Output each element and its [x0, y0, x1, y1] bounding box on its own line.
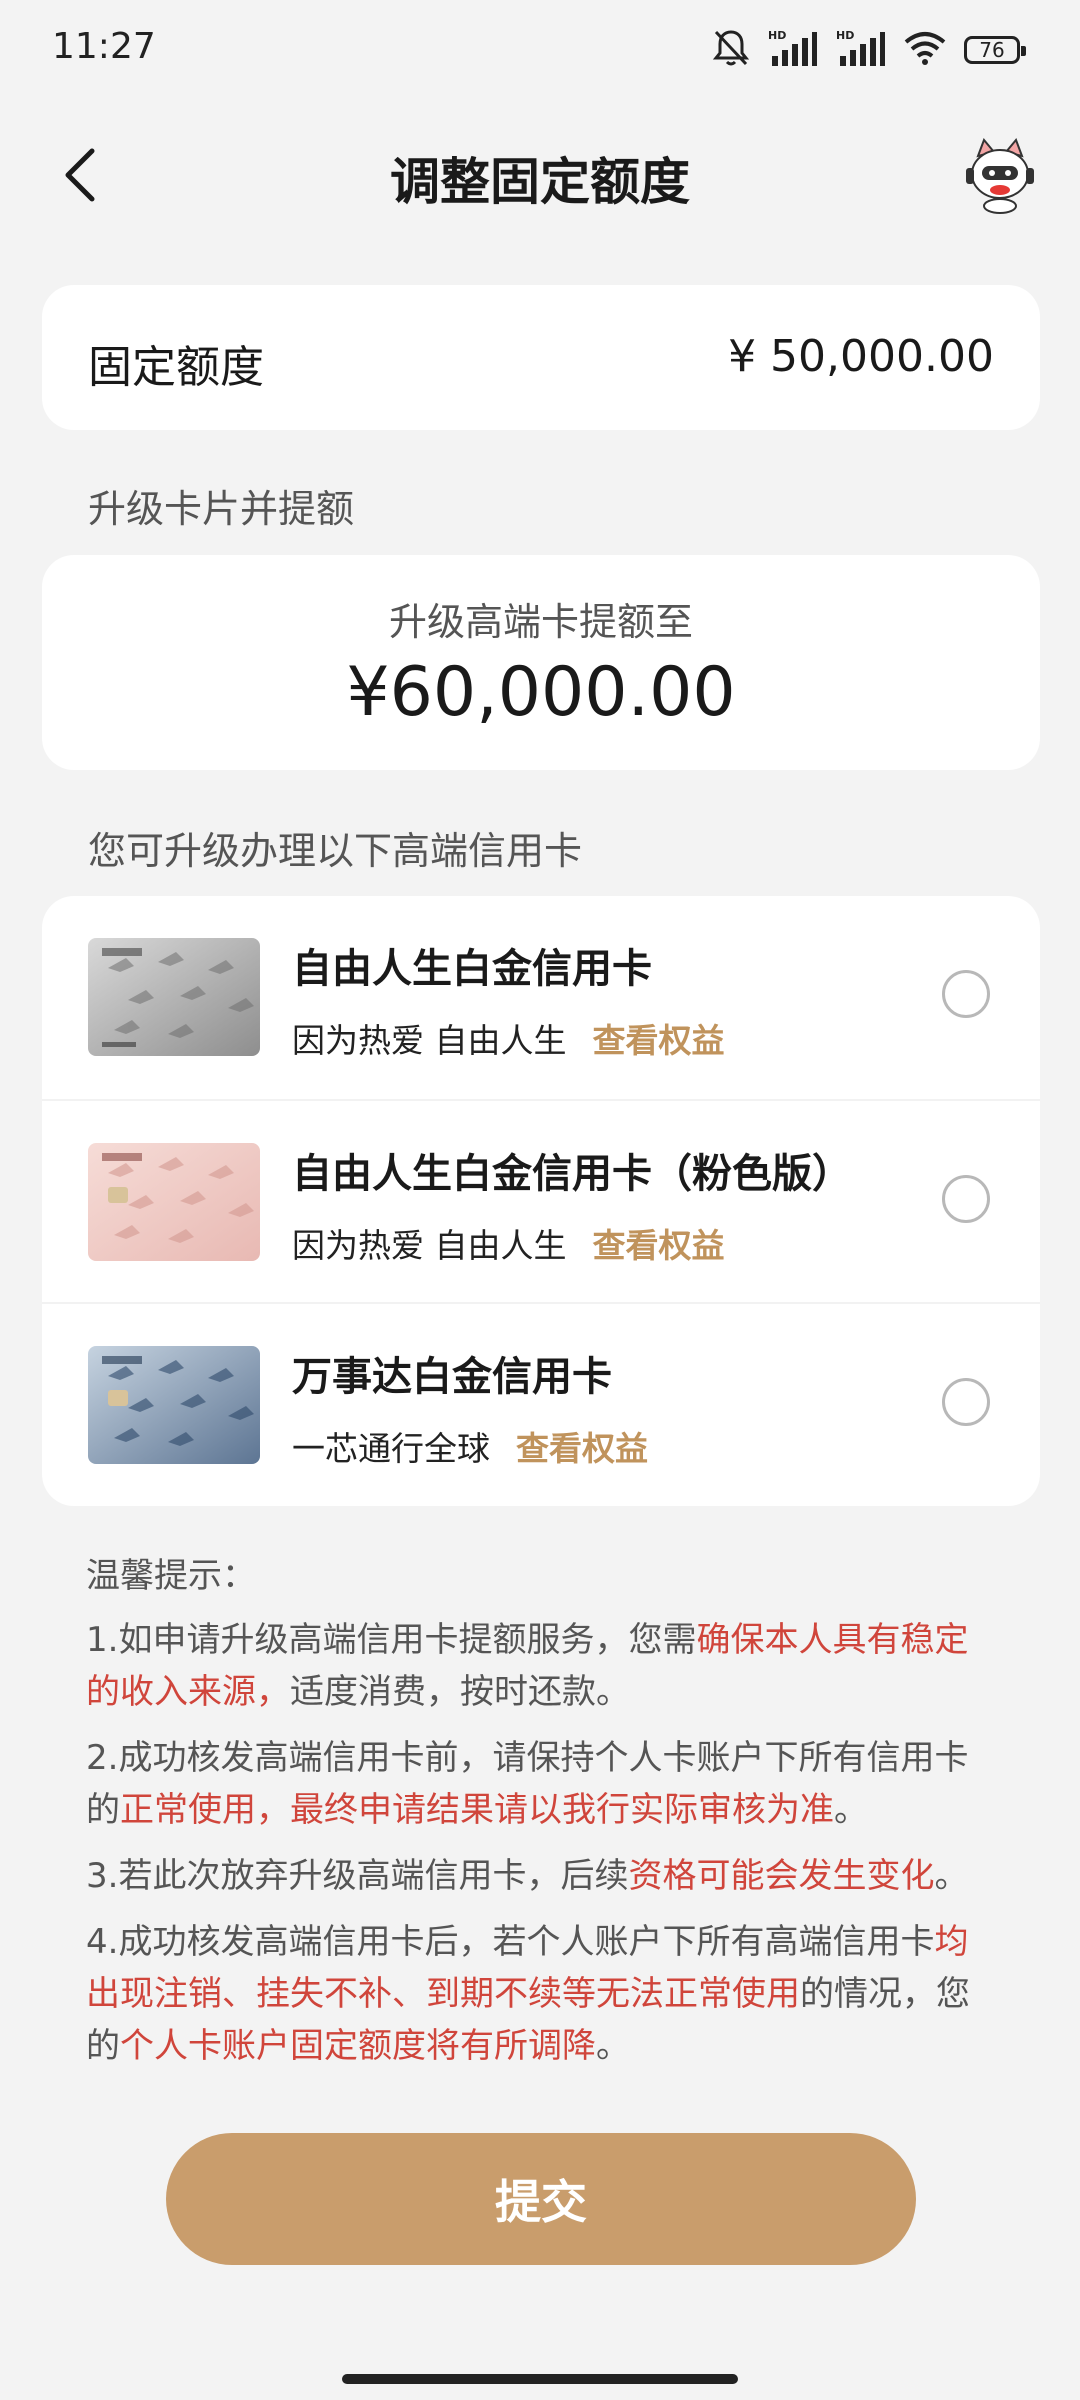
card-option-blue[interactable]: 万事达白金信用卡 一芯通行全球 查看权益	[42, 1302, 1040, 1506]
card-name: 自由人生白金信用卡	[292, 946, 652, 992]
tips-title: 温馨提示：	[86, 1556, 256, 1596]
hd-signal-icon: HD	[836, 28, 886, 72]
upgrade-limit-amount: ¥60,000.00	[346, 653, 736, 732]
tip-text: 。	[934, 1856, 969, 1896]
view-benefits-link[interactable]: 查看权益	[593, 1014, 725, 1062]
card-name: 自由人生白金信用卡（粉色版）	[292, 1151, 852, 1197]
status-bar: 11:27 HD HD 76	[0, 0, 1080, 100]
card-slogan-row: 因为热爱 自由人生 查看权益	[292, 1014, 725, 1062]
assistant-avatar-button[interactable]	[960, 136, 1040, 216]
svg-text:HD: HD	[768, 29, 786, 42]
card-image-blue	[88, 1346, 260, 1464]
battery-icon: 76	[964, 36, 1026, 64]
tip-text: 3.若此次放弃升级高端信用卡，后续	[86, 1856, 629, 1896]
bell-muted-icon	[712, 28, 750, 72]
tip-item: 2.成功核发高端信用卡前，请保持个人卡账户下所有信用卡的正常使用，最终申请结果请…	[86, 1732, 996, 1836]
card-option-pink[interactable]: 自由人生白金信用卡（粉色版） 因为热爱 自由人生 查看权益	[42, 1099, 1040, 1304]
page: 11:27 HD HD 76 调整固定额度 固定额度 ¥ 50,000.00 升…	[0, 0, 1080, 2400]
tip-text: 。	[834, 1790, 868, 1830]
upgrade-limit-card: 升级高端卡提额至 ¥60,000.00	[42, 555, 1040, 770]
tip-highlight: 资格可能会发生变化	[628, 1856, 935, 1896]
svg-text:HD: HD	[836, 29, 854, 42]
nav-bar: 调整固定额度	[0, 120, 1080, 230]
card-select-radio[interactable]	[942, 1378, 990, 1426]
tips-section: 温馨提示： 1.如申请升级高端信用卡提额服务，您需确保本人具有稳定的收入来源，适…	[86, 1550, 996, 2086]
hd-signal-icon: HD	[768, 28, 818, 72]
fixed-limit-card: 固定额度 ¥ 50,000.00	[42, 285, 1040, 430]
status-icons: HD HD 76	[712, 28, 1026, 72]
page-title: 调整固定额度	[390, 153, 690, 211]
fixed-limit-value: ¥ 50,000.00	[728, 331, 994, 382]
tip-highlight: 个人卡账户固定额度将有所调降	[120, 2026, 596, 2066]
card-option-silver[interactable]: 自由人生白金信用卡 因为热爱 自由人生 查看权益	[42, 896, 1040, 1099]
card-image-silver	[88, 938, 260, 1056]
card-slogan-row: 一芯通行全球 查看权益	[292, 1422, 648, 1470]
card-slogan-row: 因为热爱 自由人生 查看权益	[292, 1219, 725, 1267]
tip-highlight: 正常使用，最终申请结果请以我行实际审核为准	[120, 1790, 834, 1830]
cards-section-title: 您可升级办理以下高端信用卡	[88, 829, 583, 873]
card-select-radio[interactable]	[942, 970, 990, 1018]
home-indicator[interactable]	[342, 2374, 738, 2384]
tip-item: 3.若此次放弃升级高端信用卡，后续资格可能会发生变化。	[86, 1850, 996, 1902]
card-slogan: 因为热爱 自由人生	[292, 1021, 567, 1060]
tip-item: 4.成功核发高端信用卡后，若个人账户下所有高端信用卡均出现注销、挂失不补、到期不…	[86, 1916, 996, 2072]
card-slogan: 因为热爱 自由人生	[292, 1226, 567, 1265]
fixed-limit-label: 固定额度	[88, 342, 264, 393]
card-slogan: 一芯通行全球	[292, 1429, 490, 1468]
upgrade-section-title: 升级卡片并提额	[88, 487, 355, 531]
view-benefits-link[interactable]: 查看权益	[516, 1422, 648, 1470]
upgrade-limit-subtitle: 升级高端卡提额至	[388, 600, 693, 644]
wifi-icon	[904, 30, 946, 70]
tip-text: 。	[596, 2026, 630, 2066]
view-benefits-link[interactable]: 查看权益	[593, 1219, 725, 1267]
tip-text: 适度消费，按时还款。	[290, 1672, 630, 1712]
card-image-pink	[88, 1143, 260, 1261]
tip-text: 4.成功核发高端信用卡后，若个人账户下所有高端信用卡	[86, 1922, 935, 1962]
robot-cat-avatar-icon	[966, 138, 1034, 214]
card-options-list: 自由人生白金信用卡 因为热爱 自由人生 查看权益 自由人生白金信用卡（粉色版） …	[42, 896, 1040, 1506]
submit-button[interactable]: 提交	[166, 2133, 916, 2265]
tip-item: 1.如申请升级高端信用卡提额服务，您需确保本人具有稳定的收入来源，适度消费，按时…	[86, 1614, 996, 1718]
status-time: 11:27	[52, 26, 156, 67]
tip-text: 1.如申请升级高端信用卡提额服务，您需	[86, 1620, 697, 1660]
card-name: 万事达白金信用卡	[292, 1354, 612, 1400]
card-select-radio[interactable]	[942, 1175, 990, 1223]
